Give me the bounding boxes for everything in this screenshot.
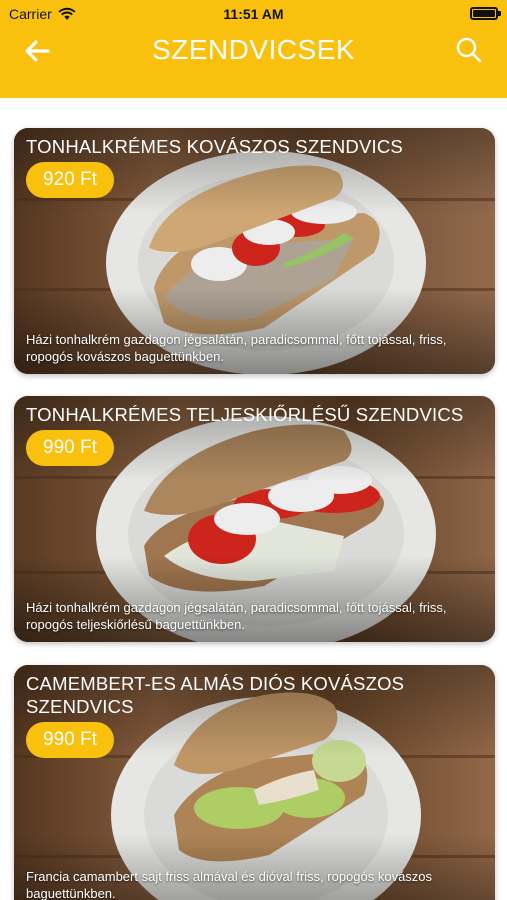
product-list[interactable]: TONHALKRÉMES KOVÁSZOS SZENDVICS 920 Ft H… [0,98,507,900]
product-title: CAMEMBERT-ES ALMÁS DIÓS KOVÁSZOS SZENDVI… [26,673,405,717]
price-badge[interactable]: 920 Ft [26,162,114,198]
nav-bar: SZENDVICSEK [0,28,507,98]
product-description: Házi tonhalkrém gazdagon jégsalátán, par… [26,600,447,632]
price-badge[interactable]: 990 Ft [26,722,114,758]
product-description: Francia camambert sajt friss almával és … [26,869,433,900]
product-card[interactable]: TONHALKRÉMES KOVÁSZOS SZENDVICS 920 Ft H… [14,128,495,374]
status-time: 11:51 AM [223,6,284,22]
product-description: Házi tonhalkrém gazdagon jégsalátán, par… [26,332,447,364]
product-card[interactable]: CAMEMBERT-ES ALMÁS DIÓS KOVÁSZOS SZENDVI… [14,665,495,900]
product-title: TONHALKRÉMES TELJESKIŐRLÉSŰ SZENDVICS [26,404,464,425]
battery-icon [470,7,501,20]
status-bar: Carrier 11:51 AM [0,0,507,28]
page-title: SZENDVICSEK [151,34,356,65]
product-title: TONHALKRÉMES KOVÁSZOS SZENDVICS [26,136,403,157]
product-card[interactable]: TONHALKRÉMES TELJESKIŐRLÉSŰ SZENDVICS 99… [14,396,495,642]
search-icon[interactable] [455,36,483,64]
price-badge[interactable]: 990 Ft [26,430,114,466]
